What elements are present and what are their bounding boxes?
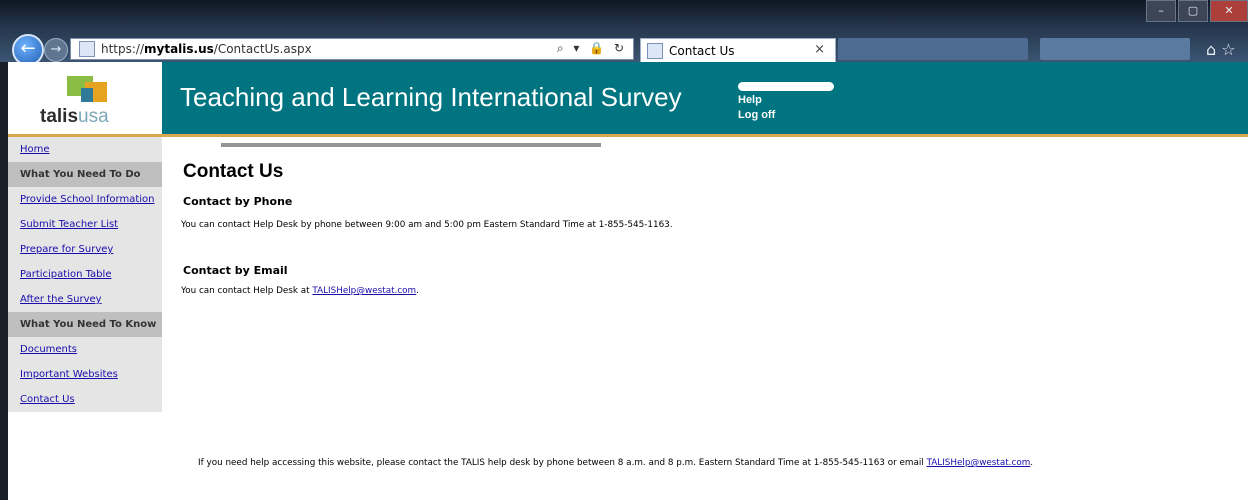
site-title: Teaching and Learning International Surv… — [180, 82, 682, 112]
footer-help-text: If you need help accessing this website,… — [198, 458, 1034, 468]
site-banner: Teaching and Learning International Surv… — [162, 62, 1248, 134]
url-prefix: https:// — [101, 42, 145, 56]
tab-page-icon — [647, 42, 663, 59]
tab-contact-us[interactable]: Contact Us × — [640, 38, 836, 62]
email-text: You can contact Help Desk at TALISHelp@w… — [181, 286, 419, 296]
forward-button[interactable]: → — [44, 38, 68, 62]
sidebar-nav: Home What You Need To Do Provide School … — [8, 137, 162, 412]
sidebar-item-submit-teacher-list: Submit Teacher List — [20, 219, 119, 230]
window-controls: – ▢ ✕ — [1144, 0, 1248, 22]
sidebar-item-home: Home — [20, 144, 50, 155]
sidebar-item-provide-school-information: Provide School Information — [20, 194, 155, 205]
address-bar-icons[interactable]: ⌕ ▾ 🔒 ↻ — [557, 41, 627, 56]
email-link[interactable]: TALISHelp@westat.com — [312, 286, 416, 296]
close-window-button[interactable]: ✕ — [1210, 0, 1248, 22]
phone-text: You can contact Help Desk by phone betwe… — [181, 220, 673, 230]
tab-title: Contact Us — [669, 43, 735, 58]
maximize-button[interactable]: ▢ — [1178, 0, 1208, 22]
logo-text: talisusa — [40, 106, 109, 127]
sidebar-header-what-you-need-to-do: What You Need To Do — [8, 162, 162, 187]
window-frame — [0, 0, 8, 500]
home-favorites-icons[interactable]: ⌂ ☆ — [1206, 40, 1236, 59]
phone-heading: Contact by Phone — [183, 195, 293, 208]
site-logo[interactable]: talisusa — [8, 62, 162, 134]
logo-mark-icon — [67, 76, 107, 102]
sidebar-header-what-you-need-to-know: What You Need To Know — [8, 312, 162, 337]
email-heading: Contact by Email — [183, 264, 288, 277]
search-box[interactable] — [1040, 38, 1190, 60]
minimize-button[interactable]: – — [1146, 0, 1176, 22]
username-redacted — [738, 82, 834, 91]
sidebar-item-documents: Documents — [20, 344, 78, 355]
page-title: Contact Us — [183, 161, 284, 182]
footer-email-link[interactable]: TALISHelp@westat.com — [927, 458, 1031, 468]
sidebar-item-contact-us: Contact Us — [20, 394, 75, 405]
browser-toolbar: – ▢ ✕ ← → https://mytalis.us/ContactUs.a… — [0, 0, 1248, 66]
address-bar[interactable]: https://mytalis.us/ContactUs.aspx ⌕ ▾ 🔒 … — [70, 38, 634, 60]
redacted-breadcrumb — [221, 143, 601, 147]
header-links: Help Log off — [738, 93, 775, 123]
obscured-tab[interactable] — [838, 38, 1028, 60]
sidebar-item-prepare-for-survey: Prepare for Survey — [20, 244, 114, 255]
help-link[interactable]: Help — [738, 93, 775, 108]
log-off-link[interactable]: Log off — [738, 108, 775, 123]
url-host: mytalis.us — [144, 42, 214, 56]
close-tab-icon[interactable]: × — [814, 42, 825, 57]
url-path: /ContactUs.aspx — [213, 42, 312, 56]
page-icon — [79, 41, 95, 57]
sidebar-item-important-websites: Important Websites — [20, 369, 118, 380]
sidebar-item-participation-table: Participation Table — [20, 269, 112, 280]
header-divider — [8, 134, 1248, 137]
sidebar-item-after-the-survey: After the Survey — [20, 294, 102, 305]
